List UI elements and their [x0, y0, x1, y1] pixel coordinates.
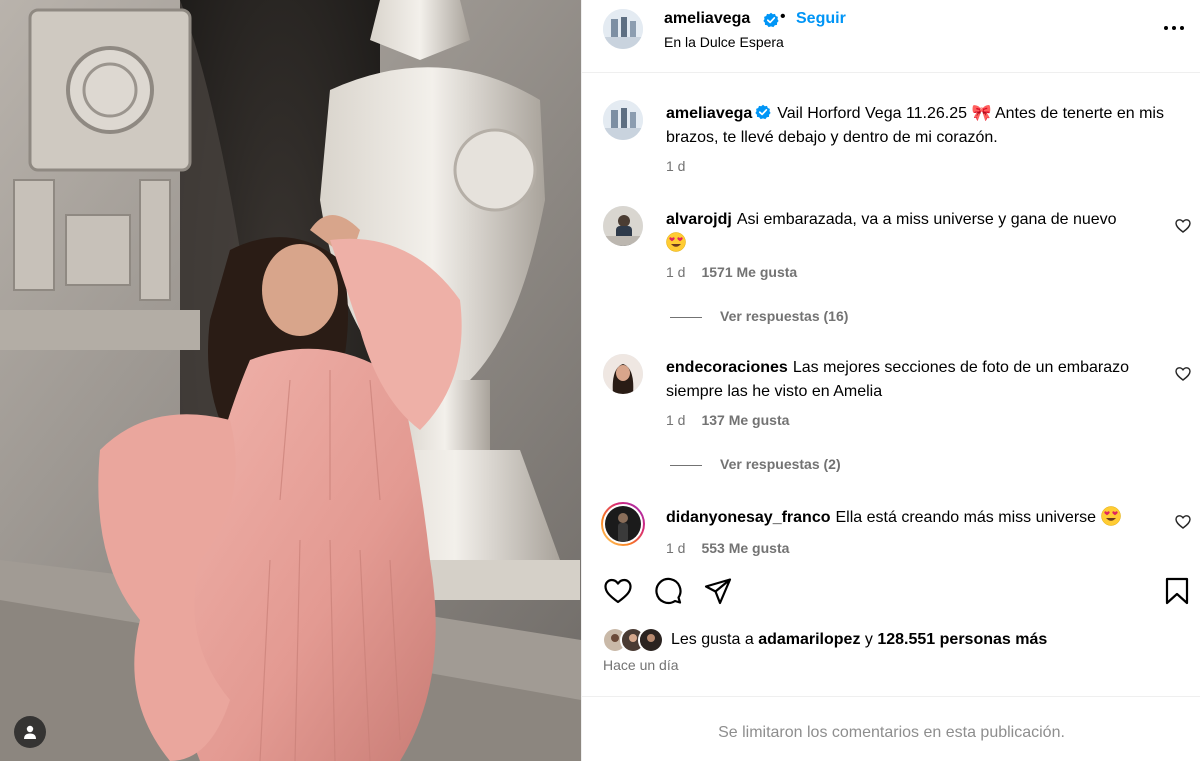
comment-meta: 1 d 1571 Me gusta: [666, 264, 797, 280]
author-username[interactable]: ameliavega: [664, 10, 750, 28]
comment-icon[interactable]: [653, 576, 683, 606]
share-icon[interactable]: [703, 576, 733, 606]
liker-avatar: [638, 627, 664, 653]
replies-divider: [670, 464, 702, 466]
comment-time[interactable]: 1 d: [666, 540, 685, 556]
commenter-username[interactable]: alvarojdj: [666, 211, 732, 228]
caption-meta: 1 d: [666, 158, 685, 174]
commenter-username[interactable]: didanyonesay_franco: [666, 509, 831, 526]
comments-limited-notice: Se limitaron los comentarios en esta pub…: [582, 696, 1200, 761]
avatar-image: [605, 506, 641, 542]
comments-list[interactable]: ameliavega Vail Horford Vega 11.26.25 🎀 A…: [582, 74, 1200, 558]
likes-joiner: y: [864, 631, 873, 648]
heart-eyes-emoji-icon: [666, 232, 686, 252]
heart-eyes-emoji-icon: [1100, 506, 1121, 526]
replies-label: Ver respuestas (16): [720, 308, 849, 324]
likes-count-link[interactable]: 128.551 personas más: [877, 631, 1047, 648]
view-replies-button[interactable]: Ver respuestas (16): [670, 308, 848, 324]
comment-meta: 1 d 553 Me gusta: [666, 540, 789, 556]
comment-body: Ella está creando más miss universe: [835, 509, 1097, 526]
photo-image: [0, 0, 581, 761]
author-avatar[interactable]: [603, 100, 643, 140]
replies-label: Ver respuestas (2): [720, 456, 841, 472]
verified-badge-icon: [755, 104, 771, 120]
post-photo[interactable]: [0, 0, 581, 761]
heart-icon[interactable]: [1175, 366, 1191, 382]
comment-text: endecoraciones Las mejores secciones de f…: [666, 356, 1176, 404]
post-actions: [582, 570, 1200, 614]
comment-body: Asi embarazada, va a miss universe y gan…: [736, 211, 1117, 228]
post-location[interactable]: En la Dulce Espera: [664, 34, 784, 50]
follow-button[interactable]: Seguir: [796, 10, 846, 28]
post-panel: ameliavega • Seguir En la Dulce Espera a…: [581, 0, 1200, 761]
tagged-users-button[interactable]: [14, 716, 46, 748]
caption-username[interactable]: ameliavega: [666, 105, 752, 122]
commenter-username[interactable]: endecoraciones: [666, 359, 788, 376]
comment-likes[interactable]: 137 Me gusta: [701, 412, 789, 428]
replies-divider: [670, 316, 702, 318]
comment-likes[interactable]: 553 Me gusta: [701, 540, 789, 556]
separator-dot: •: [780, 8, 786, 25]
more-icon[interactable]: [1158, 18, 1190, 38]
heart-icon[interactable]: [1175, 218, 1191, 234]
comment-text: didanyonesay_franco Ella está creando más…: [666, 506, 1176, 530]
user-icon: [24, 725, 36, 739]
comment-meta: 1 d 137 Me gusta: [666, 412, 789, 428]
comment-text: alvarojdj Asi embarazada, va a miss unive…: [666, 208, 1176, 256]
avatar-image: [603, 100, 643, 140]
comment-time[interactable]: 1 d: [666, 264, 685, 280]
bookmark-icon[interactable]: [1162, 576, 1192, 606]
avatar-image: [603, 9, 643, 49]
commenter-avatar-story-ring[interactable]: [601, 502, 645, 546]
avatar-image: [603, 354, 643, 394]
caption-time[interactable]: 1 d: [666, 158, 685, 174]
verified-badge-icon: [763, 12, 779, 28]
post-header: ameliavega • Seguir En la Dulce Espera: [582, 0, 1200, 73]
likes-user-link[interactable]: adamarilopez: [758, 631, 860, 648]
avatar-image: [603, 206, 643, 246]
commenter-avatar[interactable]: [603, 354, 643, 394]
author-avatar[interactable]: [603, 9, 643, 49]
commenter-avatar: [603, 504, 643, 544]
post-time-ago[interactable]: Hace un día: [603, 657, 679, 673]
caption-text: ameliavega Vail Horford Vega 11.26.25 🎀 A…: [666, 102, 1176, 150]
commenter-avatar[interactable]: [603, 206, 643, 246]
likes-text: Les gusta a adamarilopez y 128.551 perso…: [671, 631, 1047, 649]
heart-icon[interactable]: [603, 576, 633, 606]
heart-icon[interactable]: [1175, 514, 1191, 530]
likes-prefix: Les gusta a: [671, 631, 754, 648]
comment-time[interactable]: 1 d: [666, 412, 685, 428]
view-replies-button[interactable]: Ver respuestas (2): [670, 456, 841, 472]
comment-likes[interactable]: 1571 Me gusta: [701, 264, 797, 280]
